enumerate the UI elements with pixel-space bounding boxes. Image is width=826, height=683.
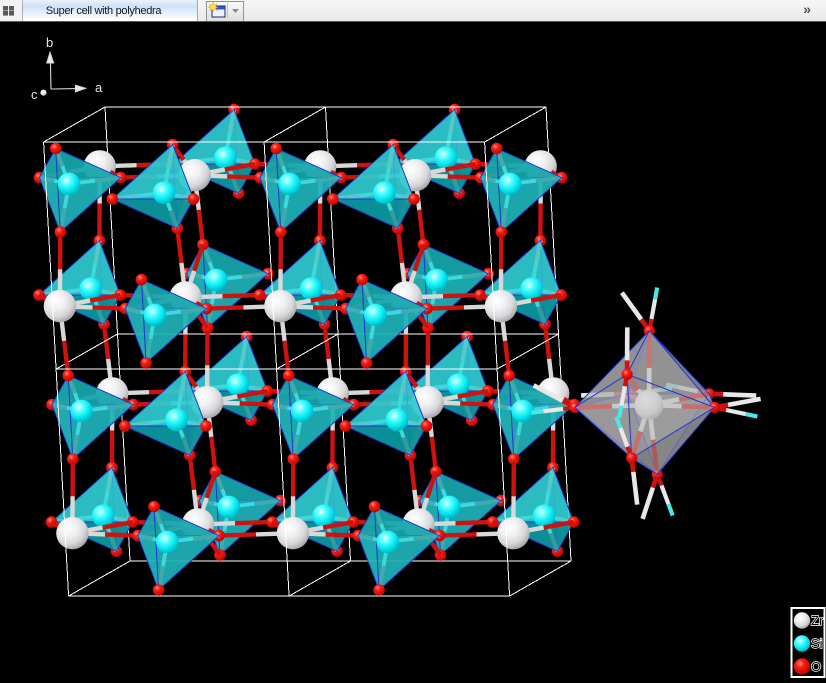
svg-text:O: O <box>811 659 821 674</box>
svg-text:c: c <box>31 87 38 102</box>
svg-text:a: a <box>95 80 103 95</box>
svg-text:b: b <box>46 35 53 50</box>
svg-text:Si: Si <box>811 636 823 651</box>
svg-text:Zr: Zr <box>811 613 824 628</box>
